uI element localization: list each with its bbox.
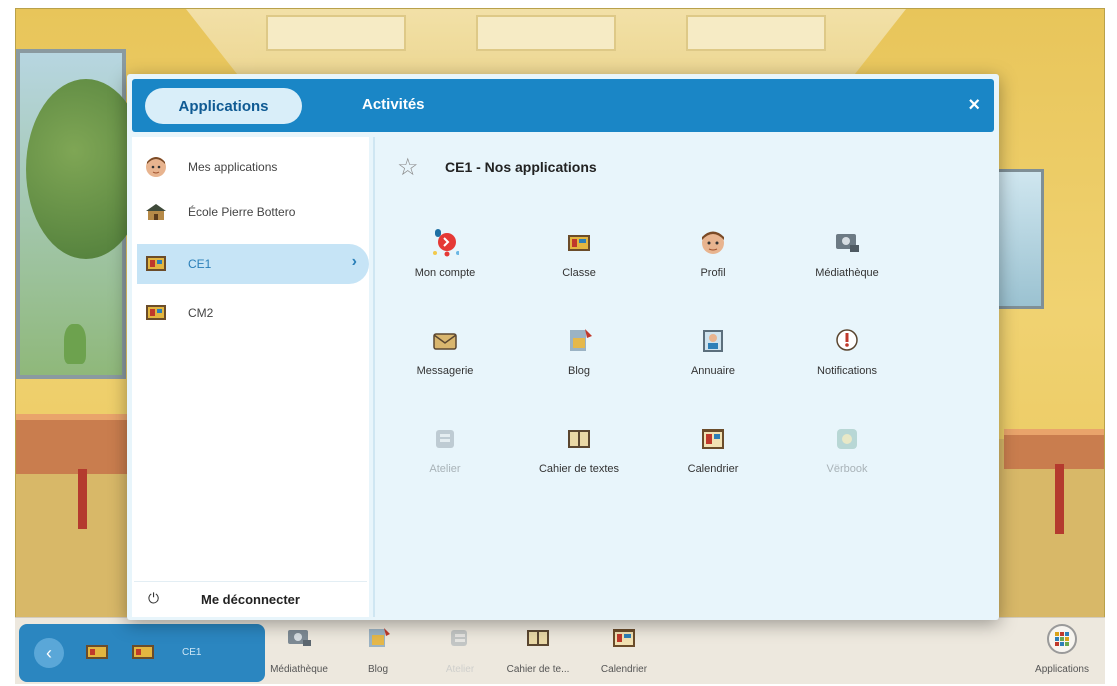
app-mediatheque[interactable]: Médiathèque	[787, 229, 907, 299]
notification-icon	[836, 329, 858, 351]
taskbar-item-blog[interactable]: Blog	[353, 618, 403, 685]
desk	[16, 414, 128, 474]
app-label: Profil	[700, 267, 726, 279]
sidebar-item-mes-applications[interactable]: Mes applications	[137, 147, 369, 187]
app-label: Annuaire	[690, 365, 736, 377]
app-label: Mon compte	[414, 267, 476, 279]
account-icon	[433, 229, 459, 257]
sidebar-item-label: École Pierre Bottero	[188, 205, 296, 219]
app-mon-compte[interactable]: Mon compte	[385, 229, 505, 299]
taskbar-item-calendrier[interactable]: Calendrier	[589, 618, 659, 685]
dinosaur-decoration	[64, 324, 86, 364]
app-label: Messagerie	[416, 365, 474, 377]
app-profil[interactable]: Profil	[653, 229, 773, 299]
desk	[1004, 429, 1104, 469]
workshop-icon	[436, 430, 454, 448]
close-icon[interactable]: ×	[968, 94, 980, 116]
app-messagerie[interactable]: Messagerie	[385, 327, 505, 397]
classroom-icon	[146, 256, 166, 271]
classroom-icon	[146, 305, 166, 320]
desk-leg	[78, 469, 87, 529]
school-icon	[146, 204, 166, 220]
sidebar-item-label: CE1	[188, 257, 212, 271]
app-notifications[interactable]: Notifications	[787, 327, 907, 397]
logout-label: Me déconnecter	[201, 592, 300, 607]
calendar-icon	[702, 429, 724, 449]
envelope-icon	[433, 333, 457, 350]
app-cahier-de-textes[interactable]: Cahier de textes	[519, 425, 639, 495]
taskbar-item-atelier[interactable]: Atelier	[435, 618, 485, 685]
star-icon[interactable]: ☆	[397, 153, 419, 182]
app-verbook[interactable]: Vërbook	[787, 425, 907, 495]
textbook-icon	[568, 430, 590, 448]
app-label: Classe	[562, 267, 596, 279]
applications-label: Applications	[1035, 664, 1089, 675]
ceiling-panel	[686, 15, 826, 51]
blog-icon	[570, 329, 592, 351]
taskbar-item-label: Calendrier	[600, 664, 648, 675]
app-label: Atelier	[429, 463, 461, 475]
media-library-icon	[288, 630, 311, 646]
content-title: CE1 - Nos applications	[445, 159, 597, 175]
app-label: Cahier de textes	[538, 463, 620, 475]
modal-header: Applications Activités ×	[132, 79, 994, 132]
sidebar-item-ce1[interactable]: CE1 ›	[137, 244, 369, 284]
tab-activites[interactable]: Activités	[362, 96, 425, 113]
current-class-label: CE1	[182, 647, 202, 658]
classroom-icon	[86, 645, 108, 659]
tab-applications[interactable]: Applications	[145, 88, 302, 124]
avatar-icon	[702, 231, 724, 254]
avatar-icon	[146, 157, 166, 177]
classroom-icon	[132, 645, 154, 659]
sidebar-item-label: Mes applications	[188, 160, 278, 174]
desk-leg	[1055, 464, 1064, 534]
app-label: Notifications	[817, 365, 877, 377]
media-library-icon	[836, 234, 859, 252]
current-class-tab[interactable]: ‹ CE1	[19, 624, 265, 682]
bottom-taskbar: ‹ CE1 Médiathèque Blog Atelier Cahier de…	[15, 617, 1105, 684]
verbook-icon	[837, 429, 857, 449]
calendar-icon	[613, 629, 635, 647]
sidebar-item-cm2[interactable]: CM2	[137, 293, 369, 333]
sidebar-item-label: CM2	[188, 306, 214, 320]
sidebar-item-ecole[interactable]: École Pierre Bottero	[137, 192, 369, 232]
app-label: Blog	[567, 365, 591, 377]
applications-button[interactable]: Applications	[1027, 624, 1097, 680]
ceiling-panel	[476, 15, 616, 51]
app-annuaire[interactable]: Annuaire	[653, 327, 773, 397]
apps-grid-icon	[1047, 624, 1077, 654]
workshop-icon	[451, 630, 467, 646]
app-calendrier[interactable]: Calendrier	[653, 425, 773, 495]
logout-button[interactable]: ⏻ Me déconnecter	[134, 581, 367, 616]
app-label: Vërbook	[826, 463, 868, 475]
classroom-icon	[568, 235, 590, 251]
chevron-right-icon: ›	[351, 253, 357, 270]
directory-icon	[703, 330, 723, 352]
app-classe[interactable]: Classe	[519, 229, 639, 299]
sidebar: Mes applications École Pierre Bottero CE…	[132, 137, 369, 617]
app-label: Calendrier	[687, 463, 739, 475]
app-atelier[interactable]: Atelier	[385, 425, 505, 495]
taskbar-item-label: Atelier	[445, 664, 475, 675]
blog-icon	[369, 628, 390, 647]
taskbar-item-label: Médiathèque	[270, 664, 328, 675]
app-blog[interactable]: Blog	[519, 327, 639, 397]
taskbar-item-label: Cahier de te...	[506, 664, 570, 675]
taskbar-item-mediatheque[interactable]: Médiathèque	[263, 618, 335, 685]
taskbar-item-cahier[interactable]: Cahier de te...	[503, 618, 573, 685]
back-arrow-icon[interactable]: ‹	[34, 638, 64, 668]
taskbar-item-label: Blog	[367, 664, 388, 675]
textbook-icon	[527, 630, 549, 646]
apps-content: ☆ CE1 - Nos applications Mon compte Clas…	[375, 137, 995, 617]
app-label: Médiathèque	[815, 267, 879, 279]
applications-modal: Applications Activités × Mes application…	[127, 74, 999, 620]
ceiling-panel	[266, 15, 406, 51]
